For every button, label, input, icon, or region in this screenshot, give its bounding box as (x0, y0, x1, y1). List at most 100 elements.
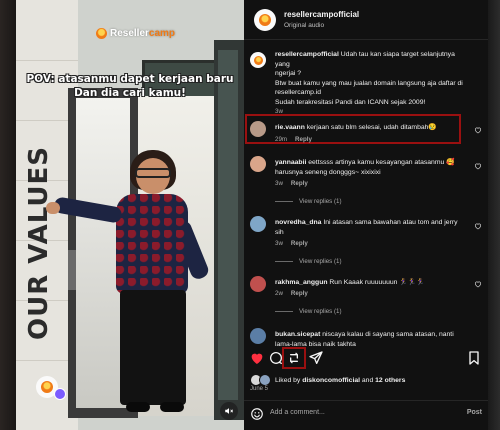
brand-flame-icon (253, 55, 263, 65)
caption-line: Sudah terakresitasi Pandi dan ICANN seja… (275, 98, 426, 106)
backdrop-left (0, 0, 16, 430)
reply-button[interactable]: Reply (291, 240, 308, 247)
comment-username[interactable]: bukan.sicepat (275, 331, 320, 338)
reply-line (275, 310, 293, 312)
mute-button[interactable] (220, 402, 238, 420)
save-bookmark-icon[interactable] (466, 350, 482, 366)
comment-content: harusnya seneng dongggs~ xixixixi (275, 168, 381, 176)
liker-avatars (250, 374, 272, 386)
speaker-muted-icon (225, 408, 234, 414)
add-comment-bar: Add a comment... Post (244, 400, 488, 426)
comment-time: 3w (275, 240, 283, 247)
like-comment-heart-icon[interactable] (474, 162, 482, 170)
collab-badge-icon (54, 388, 66, 400)
header-text: resellercampofficial Original audio (284, 10, 359, 29)
view-replies-button[interactable]: View replies (1) (275, 258, 342, 265)
emoji-icon[interactable] (250, 407, 264, 421)
reply-line (275, 200, 293, 202)
like-comment-heart-icon[interactable] (474, 280, 482, 288)
comment-text: rakhma_anggun Run Kaaak ruuuuuuun 🏃‍♀️🏃‍… (275, 278, 471, 288)
brand-watermark: Resellercamp (96, 28, 175, 39)
post-panel: resellercampofficial Original audio rese… (244, 0, 488, 430)
instagram-post-view: OUR VALUES Resellercamp POV: atasanmu da… (0, 0, 500, 430)
comment-content: sih (275, 228, 284, 236)
reel-video[interactable]: OUR VALUES Resellercamp POV: atasanmu da… (16, 0, 244, 430)
like-comment-heart-icon[interactable] (474, 222, 482, 230)
person-blouse (116, 194, 188, 294)
likes-connector: and (361, 376, 374, 384)
view-replies-label: View replies (1) (299, 258, 342, 265)
comment-username[interactable]: novredha_dna (275, 219, 321, 226)
audio-label[interactable]: Original audio (284, 22, 359, 29)
comment-input[interactable]: Add a comment... (270, 409, 325, 416)
comment-content: niscaya kalau di sayang sama atasan, nan… (322, 331, 454, 338)
person-shoe (160, 402, 184, 412)
person-shoe (126, 402, 150, 412)
reply-button[interactable]: Reply (291, 180, 308, 187)
comment-username[interactable]: yannaabii (275, 159, 306, 166)
tile-line (16, 60, 78, 61)
account-username[interactable]: resellercampofficial (284, 10, 359, 19)
likes-others[interactable]: 12 others (375, 377, 405, 384)
comment-avatar[interactable] (250, 121, 266, 137)
comment-avatar[interactable] (250, 328, 266, 344)
comment-content: kerjaan satu blm selesai, udah ditambah😢 (306, 124, 437, 131)
person-glasses (135, 168, 171, 178)
liker-username[interactable]: diskoncomofficial (302, 377, 360, 384)
comment-avatar[interactable] (250, 156, 266, 172)
comment-avatar[interactable] (250, 216, 266, 232)
reply-button[interactable]: Reply (291, 290, 308, 297)
brand-flame-icon (96, 28, 107, 39)
wall-values-label: OUR VALUES (24, 145, 54, 340)
right-door-glass (218, 50, 238, 400)
comment-meta: 3w Reply (275, 180, 308, 187)
person-hand (46, 202, 60, 214)
comment-time: 29m (275, 136, 288, 143)
video-caption-line2: Dan dia cari kamu! (74, 87, 186, 99)
creator-avatar[interactable] (36, 376, 66, 400)
caption-line: ngerjai ? (275, 70, 302, 77)
comments-list[interactable]: resellercampofficial Udah tau kan siapa … (244, 42, 488, 348)
like-comment-heart-icon[interactable] (474, 126, 482, 134)
comment-text: novredha_dna Ini atasan sama bawahan ata… (275, 218, 471, 237)
post-actions (244, 347, 488, 370)
backdrop-right (488, 0, 500, 430)
caption-avatar[interactable] (250, 52, 266, 68)
likes-prefix: Liked by (275, 376, 301, 384)
comment-meta: 3w Reply (275, 240, 308, 247)
comment-meta: 2w Reply (275, 290, 308, 297)
wall-values-text: OUR VALUES (22, 120, 62, 350)
caption-text: resellercampofficial Udah tau kan siapa … (275, 50, 471, 107)
comment-meta: 29m Reply (275, 136, 312, 143)
comment-username[interactable]: rakhma_anggun (275, 279, 328, 286)
post-date: June 5 (250, 386, 269, 392)
caption-line: resellercamp.id (275, 89, 322, 96)
person-pants (120, 290, 186, 405)
likes-summary[interactable]: Liked by diskoncomofficial and 12 others (250, 374, 405, 386)
comment-avatar[interactable] (250, 276, 266, 292)
comment-text: bukan.sicepat niscaya kalau di sayang sa… (275, 330, 471, 348)
comment-username[interactable]: rie.vaann (275, 124, 305, 131)
reply-line (275, 260, 293, 262)
liked-heart-icon[interactable] (249, 350, 265, 366)
comment-content: Ini atasan sama bawahan atau tom and jer… (323, 219, 458, 226)
liker-avatar (259, 374, 271, 386)
video-caption: POV: atasanmu dapet kerjaan baru Dan dia… (24, 72, 236, 100)
comment-text: yannaabii eettssss artinya kamu kesayang… (275, 158, 471, 177)
view-replies-button[interactable]: View replies (1) (275, 198, 342, 205)
video-caption-line1: POV: atasanmu dapet kerjaan baru (26, 73, 234, 85)
reply-button[interactable]: Reply (295, 136, 312, 143)
caption-username[interactable]: resellercampofficial (275, 51, 339, 58)
door-handle (68, 250, 76, 290)
comment-content: eettssss artinya kamu kesayangan atasanm… (308, 159, 455, 166)
caption-line: Btw buat kamu yang mau jualan domain lan… (275, 79, 463, 87)
brand-flame-icon (259, 13, 271, 26)
account-avatar[interactable] (254, 8, 276, 31)
view-replies-button[interactable]: View replies (1) (275, 308, 342, 315)
comment-time: 2w (275, 290, 283, 297)
brand-flame-icon (41, 381, 53, 393)
person (46, 150, 216, 420)
post-button[interactable]: Post (467, 409, 482, 416)
repost-icon[interactable] (286, 350, 302, 366)
share-send-icon[interactable] (308, 350, 324, 366)
